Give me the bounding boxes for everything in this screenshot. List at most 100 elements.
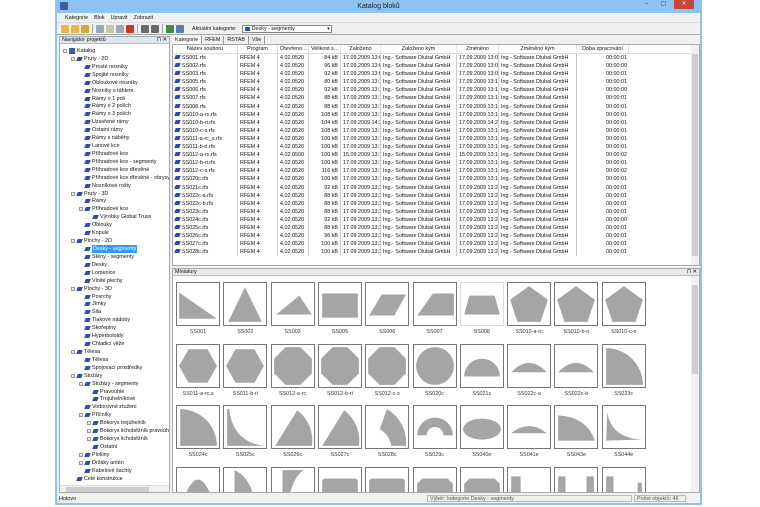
tab-rfem[interactable]: RFEM bbox=[202, 36, 225, 44]
expander-icon[interactable]: - bbox=[87, 437, 91, 442]
thumbnail-item[interactable]: SS010-c-s bbox=[601, 282, 646, 335]
table-row[interactable]: SS021c.rfs RFEM 4 4.02.0520 92 kB 17.09.2009… bbox=[173, 183, 699, 192]
thumbnail-item[interactable]: SS008 bbox=[459, 282, 504, 335]
properties-icon[interactable] bbox=[141, 24, 149, 33]
tree-item[interactable]: Příhradové kce dřevěné bbox=[79, 166, 149, 174]
table-row[interactable]: SS025c.rfs RFEM 4 4.02.0520 88 kB 17.09.2009… bbox=[173, 223, 699, 233]
tab-rstab[interactable]: RSTAB bbox=[224, 36, 249, 44]
thumbnail-item[interactable]: SS012-b-ri bbox=[317, 343, 362, 397]
tree-item[interactable]: - Bokorys lichoběžník pravoúhlý bbox=[87, 427, 169, 435]
tree-item[interactable]: Spojovací prostředky bbox=[79, 364, 142, 372]
tree-item[interactable]: Ostatní bbox=[87, 443, 117, 451]
thumbnail-item[interactable]: SS021c bbox=[459, 343, 504, 397]
table-row[interactable]: SS008.rfs RFEM 4 4.02.0520 88 kB 17.09.2009 … bbox=[173, 102, 699, 111]
tree-item[interactable]: - Tělesa bbox=[71, 348, 100, 356]
delete-icon[interactable] bbox=[126, 24, 134, 33]
tree-item[interactable]: Vlnité plechy bbox=[79, 277, 123, 285]
tree-item[interactable]: Tělesa bbox=[79, 356, 108, 364]
column-header[interactable]: Otevřeno... bbox=[278, 45, 309, 53]
table-row[interactable]: SS005.rfs RFEM 4 4.02.0520 80 kB 17.09.2009 … bbox=[173, 78, 699, 87]
column-header[interactable]: Změněno bbox=[457, 45, 499, 53]
thumbnail-item[interactable]: SS026c bbox=[270, 405, 315, 458]
tree-item[interactable]: Kopule bbox=[79, 229, 109, 237]
expander-icon[interactable]: - bbox=[71, 56, 75, 61]
thumbnail-item[interactable]: SS005 bbox=[317, 282, 362, 335]
table-row[interactable]: SS023c.rfs RFEM 4 4.02.0520 88 kB 17.09.2009… bbox=[173, 207, 699, 216]
tree-item[interactable]: Desky bbox=[79, 261, 107, 269]
tree-item[interactable]: Tlakové nádoby bbox=[79, 316, 130, 324]
thumbnail-item[interactable]: SS025c bbox=[223, 405, 268, 458]
open-folder-icon[interactable] bbox=[71, 24, 79, 33]
expander-icon[interactable]: - bbox=[71, 191, 75, 196]
expander-icon[interactable]: - bbox=[79, 460, 83, 465]
thumbnail-item[interactable]: SS006 bbox=[365, 282, 410, 335]
tree-item[interactable]: Rámy s náběhy bbox=[79, 134, 129, 142]
table-row[interactable]: SS007.rfs RFEM 4 4.02.0520 88 kB 17.09.2009 … bbox=[173, 94, 699, 103]
copy-icon[interactable] bbox=[96, 24, 104, 33]
folder-settings-icon[interactable] bbox=[81, 24, 89, 33]
tree-item[interactable]: - Pruty - 2D bbox=[71, 55, 108, 63]
tree-item[interactable]: Obloukové nosníky bbox=[79, 79, 138, 87]
column-header[interactable]: Velikost s... bbox=[309, 45, 341, 53]
thumbnail-item[interactable] bbox=[223, 467, 268, 492]
tree-item[interactable]: Ostatní rámy bbox=[79, 126, 123, 134]
column-header[interactable]: Doba zpracování bbox=[577, 45, 629, 53]
expander-icon[interactable]: - bbox=[63, 49, 67, 53]
tree-item[interactable]: Příhradové kce bbox=[79, 150, 128, 158]
thumbnail-item[interactable]: SS007 bbox=[412, 282, 457, 335]
thumbnail-item[interactable]: SS002 bbox=[223, 282, 268, 335]
menu-kategorie[interactable]: Kategorie bbox=[65, 15, 88, 21]
tree-item[interactable]: - Pruty - 3D bbox=[71, 190, 108, 198]
tree-item[interactable]: - Plošiny bbox=[79, 451, 109, 459]
thumbnail-item[interactable]: SS010-b-ri bbox=[554, 282, 599, 335]
tree-item[interactable]: Jímky bbox=[79, 300, 106, 308]
tree-item[interactable]: Povrchy bbox=[79, 293, 111, 301]
thumbnail-item[interactable]: SS040e bbox=[459, 405, 504, 458]
tree-item[interactable]: - Příhradové kce bbox=[79, 205, 128, 213]
tree-item[interactable]: Uzavřené rámy bbox=[79, 118, 129, 126]
thumbnail-item[interactable] bbox=[270, 467, 315, 492]
tree-item[interactable]: Rámy o 2 polích bbox=[79, 102, 131, 110]
thumbnail-item[interactable] bbox=[459, 467, 504, 492]
thumbnail-item[interactable]: SS011-b-ri bbox=[223, 343, 268, 397]
table-row[interactable]: SS010-b-ri.rfs RFEM 4 4.02.0520 104 kB 17.09… bbox=[173, 118, 699, 127]
table-row[interactable]: SS011-a-rc_s.rfs RFEM 4 4.02.0520 100 kB 17.… bbox=[173, 134, 699, 144]
table-row[interactable]: SS022c-b.rfs RFEM 4 4.02.0520 88 kB 17.09.20… bbox=[173, 199, 699, 208]
thumbnail-item[interactable]: SS044e bbox=[601, 405, 646, 458]
thumbnail-item[interactable]: SS041e bbox=[507, 405, 552, 458]
tree-item[interactable]: Lomenice bbox=[79, 269, 115, 277]
thumbnail-item[interactable]: SS023c bbox=[601, 343, 646, 397]
tree-item[interactable]: Oblouky bbox=[79, 221, 112, 229]
tab-kategorie[interactable]: Kategorie bbox=[172, 36, 203, 44]
thumbnail-item[interactable]: SS043e bbox=[554, 405, 599, 458]
tree-item[interactable]: Trojúhelníkové bbox=[87, 395, 135, 403]
tree-item[interactable]: - Bokorys trojúhelník bbox=[87, 419, 146, 427]
tree-item[interactable]: Lanové kce bbox=[79, 142, 120, 150]
tree-item[interactable]: Hyperboloidy bbox=[79, 332, 123, 340]
thumbnail-item[interactable]: SS012-a-rc bbox=[270, 343, 315, 397]
column-header[interactable]: Název souboru bbox=[173, 45, 238, 53]
table-row[interactable]: SS026c.rfs RFEM 4 4.02.0520 96 kB 17.09.2009… bbox=[173, 232, 699, 241]
expander-icon[interactable]: - bbox=[71, 349, 75, 354]
zoom-icon[interactable] bbox=[176, 24, 184, 33]
expander-icon[interactable]: - bbox=[79, 207, 83, 212]
pin-close-icon[interactable]: ⊓ ✕ bbox=[687, 269, 697, 276]
chevron-down-icon[interactable]: ▾ bbox=[327, 26, 330, 32]
table-row[interactable]: SS006.rfs RFEM 4 4.02.0520 92 kB 17.09.2009 … bbox=[173, 86, 699, 95]
thumbnail-item[interactable]: SS001 bbox=[176, 282, 220, 335]
expander-icon[interactable]: - bbox=[87, 429, 91, 434]
expander-icon[interactable]: - bbox=[79, 413, 83, 418]
tab-vse[interactable]: Vše bbox=[249, 36, 266, 44]
tree-item[interactable]: Nosníkové rošty bbox=[79, 182, 131, 190]
tree-item[interactable]: Rámy bbox=[79, 197, 106, 205]
grid-view-icon[interactable] bbox=[166, 24, 174, 33]
thumbnail-item[interactable]: SS022c-a bbox=[507, 343, 552, 397]
pin-close-icon[interactable]: ⊓ ✕ bbox=[157, 37, 167, 44]
menu-zobrazit[interactable]: Zobrazit bbox=[134, 15, 153, 21]
tree-item[interactable]: Prosté nosníky bbox=[79, 63, 128, 71]
paste-icon[interactable] bbox=[106, 24, 114, 33]
thumbnail-item[interactable] bbox=[554, 467, 599, 492]
table-row[interactable]: SS002.rfs RFEM 4 4.02.0520 96 kB 17.09.2009 … bbox=[173, 62, 699, 71]
expander-icon[interactable]: - bbox=[71, 373, 75, 378]
column-header[interactable]: Založeno bbox=[341, 45, 381, 53]
